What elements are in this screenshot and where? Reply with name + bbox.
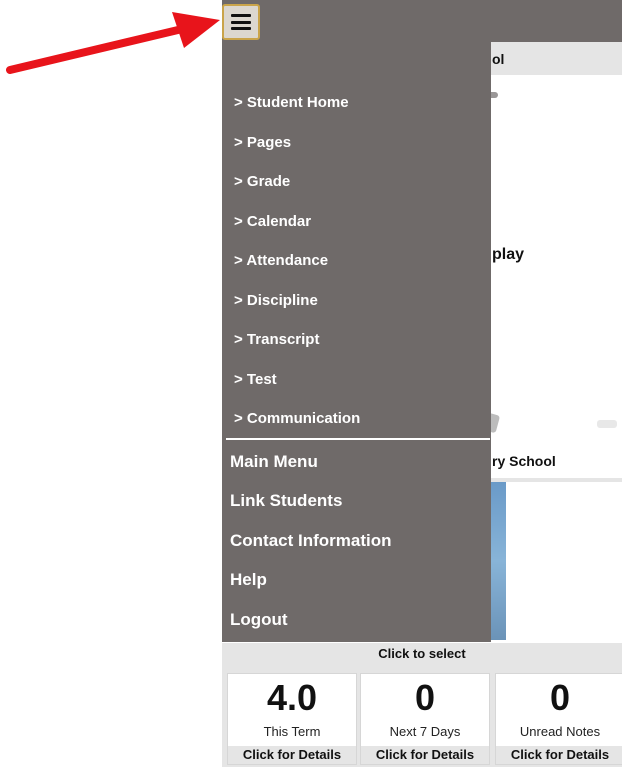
card-value: 0: [414, 677, 436, 718]
menu-item-transcript[interactable]: > Transcript: [234, 328, 319, 352]
menu-item-grade[interactable]: > Grade: [234, 170, 290, 194]
menu-item-communication[interactable]: > Communication: [234, 407, 360, 431]
hamburger-icon: [231, 14, 251, 30]
navigation-drawer: > Student Home > Pages > Grade > Calenda…: [222, 42, 491, 642]
card-value: 4.0: [266, 677, 318, 718]
menu-item-main-menu[interactable]: Main Menu: [230, 449, 318, 475]
card-details-link[interactable]: Click for Details: [228, 746, 356, 764]
app-screen: ol play ry School > Student Home > Pages…: [222, 0, 622, 767]
menu-item-logout[interactable]: Logout: [230, 607, 288, 633]
card-details-link[interactable]: Click for Details: [361, 746, 489, 764]
menu-item-link-students[interactable]: Link Students: [230, 488, 342, 514]
display-text: play: [492, 246, 525, 263]
menu-item-contact-information[interactable]: Contact Information: [230, 528, 392, 554]
card-this-term[interactable]: 4.0 This Term Click for Details: [227, 673, 357, 765]
menu-item-student-home[interactable]: > Student Home: [234, 91, 349, 115]
school-photo: [490, 482, 506, 640]
school-title: ol: [492, 51, 505, 67]
top-bar: [222, 0, 622, 42]
card-label: Unread Notes: [519, 724, 601, 739]
menu-item-pages[interactable]: > Pages: [234, 131, 291, 155]
card-label: This Term: [263, 724, 321, 739]
menu-item-attendance[interactable]: > Attendance: [234, 249, 328, 273]
card-details-link[interactable]: Click for Details: [496, 746, 622, 764]
annotation-arrow: [6, 12, 220, 74]
menu-item-test[interactable]: > Test: [234, 368, 277, 392]
card-next-7-days[interactable]: 0 Next 7 Days Click for Details: [360, 673, 490, 765]
menu-item-calendar[interactable]: > Calendar: [234, 210, 311, 234]
menu-toggle-button[interactable]: [222, 4, 260, 40]
summary-cards: 4.0 This Term Click for Details 0 Next 7…: [222, 671, 622, 767]
menu-item-discipline[interactable]: > Discipline: [234, 289, 318, 313]
menu-item-help[interactable]: Help: [230, 567, 267, 593]
card-value: 0: [549, 677, 571, 718]
card-unread-notes[interactable]: 0 Unread Notes Click for Details: [495, 673, 622, 765]
menu-divider: [226, 438, 490, 440]
card-label: Next 7 Days: [389, 724, 461, 739]
school-name: ry School: [492, 453, 556, 469]
select-student-bar[interactable]: Click to select: [222, 643, 622, 671]
background-blur: [597, 420, 617, 428]
